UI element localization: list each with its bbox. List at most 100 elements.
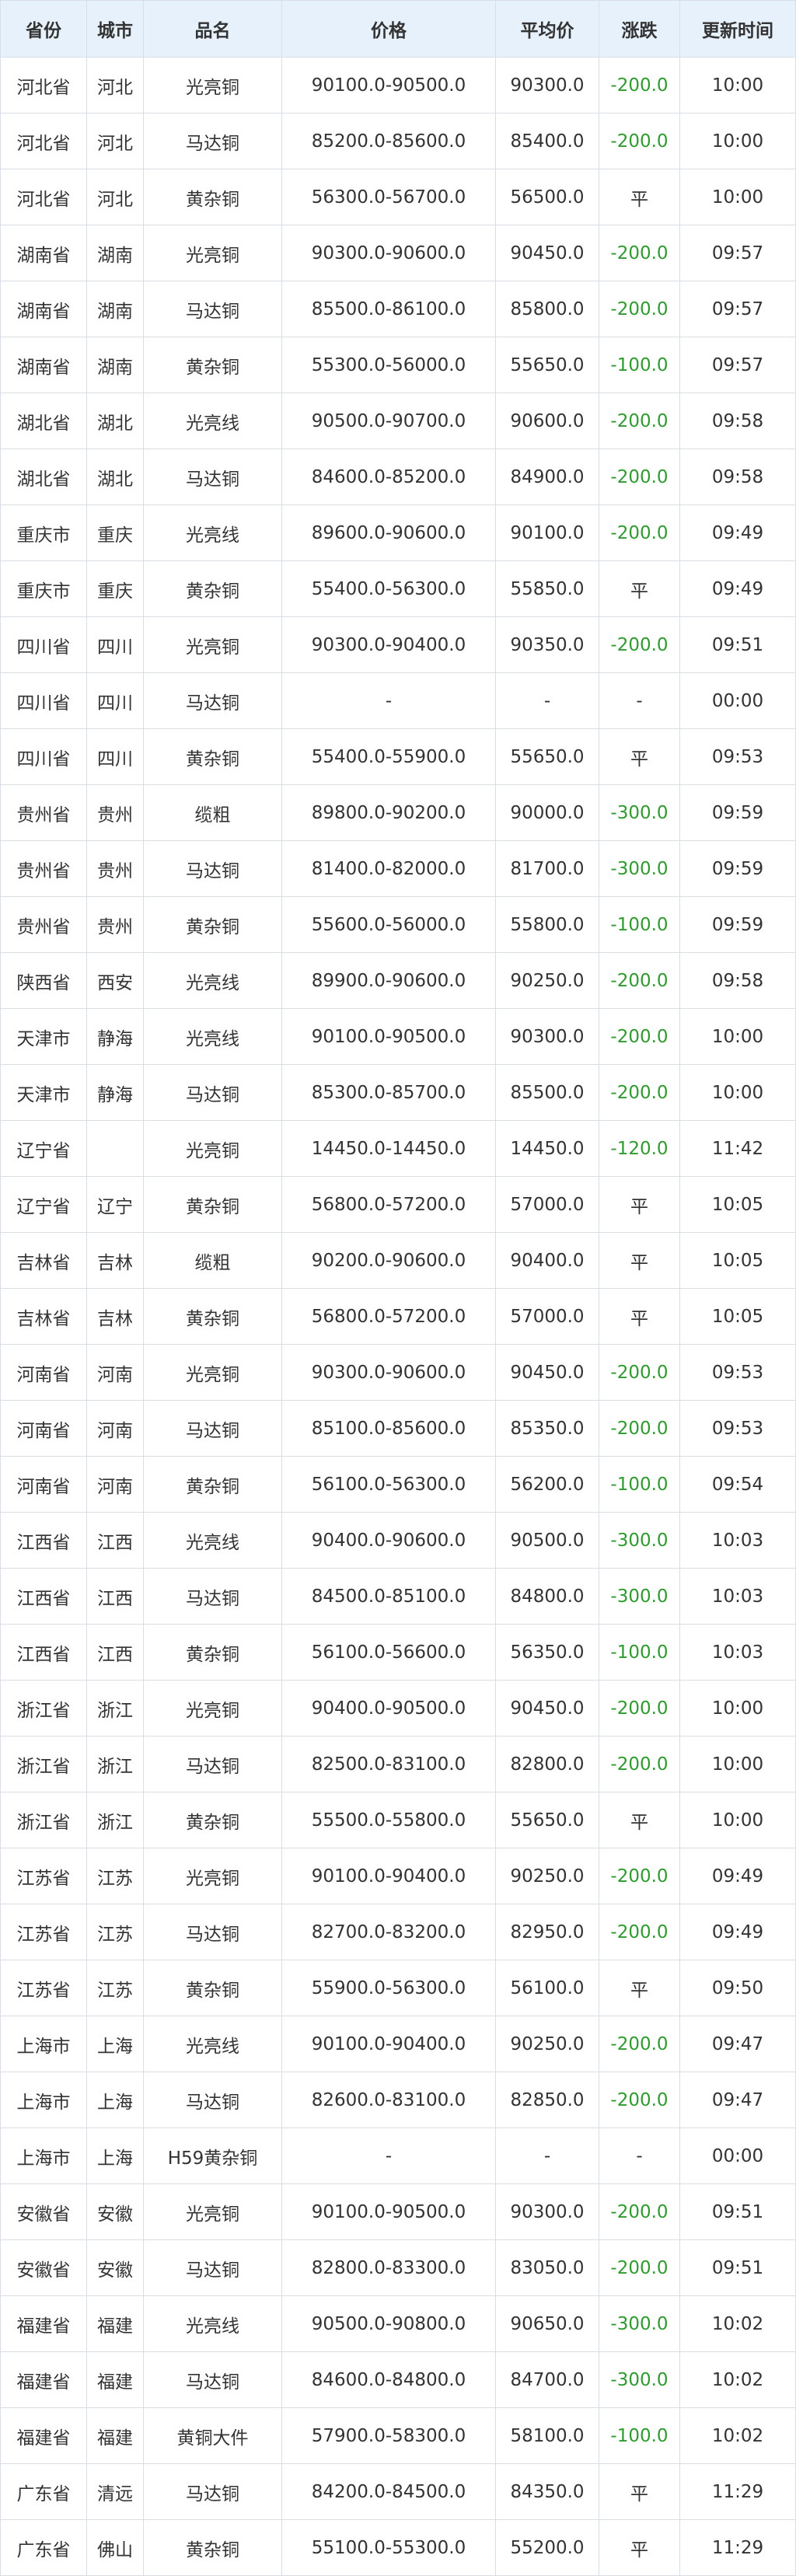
product-cell: 马达铜 xyxy=(143,2351,282,2408)
province-cell: 浙江省 xyxy=(0,1792,87,1848)
province-cell: 湖南省 xyxy=(0,337,87,393)
average-price-cell: 90300.0 xyxy=(495,2183,599,2240)
table-row: 江苏省 江苏 马达铜 82700.0-83200.0 82950.0 -200.0 09:4… xyxy=(0,1904,796,1960)
change-cell: 平 xyxy=(599,2519,680,2576)
average-price-cell: 55800.0 xyxy=(495,896,599,953)
province-cell: 河南省 xyxy=(0,1400,87,1457)
price-range-cell: 85100.0-85600.0 xyxy=(281,1400,496,1457)
province-cell: 天津市 xyxy=(0,1008,87,1065)
change-cell: -200.0 xyxy=(599,504,680,561)
average-price-cell: 56100.0 xyxy=(495,1960,599,2016)
province-cell: 江苏省 xyxy=(0,1848,87,1904)
price-range-cell: 55400.0-55900.0 xyxy=(281,728,496,785)
update-time-cell: 09:49 xyxy=(679,560,796,617)
product-cell: 马达铜 xyxy=(143,2239,282,2296)
city-cell xyxy=(86,1120,144,1177)
table-row: 重庆市 重庆 黄杂铜 55400.0-56300.0 55850.0 平 09:49 xyxy=(0,560,796,617)
province-cell: 天津市 xyxy=(0,1064,87,1121)
price-range-cell: 90100.0-90400.0 xyxy=(281,2016,496,2072)
table-row: 上海市 上海 马达铜 82600.0-83100.0 82850.0 -200.0 09:4… xyxy=(0,2072,796,2128)
product-cell: 马达铜 xyxy=(143,2072,282,2128)
update-time-cell: 09:49 xyxy=(679,1904,796,1960)
update-time-cell: 09:59 xyxy=(679,896,796,953)
price-range-cell: 90100.0-90400.0 xyxy=(281,1848,496,1904)
province-cell: 上海市 xyxy=(0,2016,87,2072)
change-cell: -300.0 xyxy=(599,2295,680,2352)
update-time-cell: 10:00 xyxy=(679,57,796,113)
change-cell: - xyxy=(599,2127,680,2184)
province-cell: 福建省 xyxy=(0,2351,87,2408)
city-cell: 佛山 xyxy=(86,2519,144,2576)
price-range-cell: 14450.0-14450.0 xyxy=(281,1120,496,1177)
province-cell: 广东省 xyxy=(0,2519,87,2576)
change-cell: -200.0 xyxy=(599,57,680,113)
update-time-cell: 10:00 xyxy=(679,169,796,225)
update-time-cell: 10:03 xyxy=(679,1568,796,1625)
table-row: 四川省 四川 黄杂铜 55400.0-55900.0 55650.0 平 09:53 xyxy=(0,728,796,785)
price-range-cell: 90200.0-90600.0 xyxy=(281,1232,496,1289)
average-price-cell: 90450.0 xyxy=(495,1344,599,1401)
province-cell: 福建省 xyxy=(0,2295,87,2352)
province-cell: 湖南省 xyxy=(0,225,87,281)
province-cell: 河南省 xyxy=(0,1344,87,1401)
update-time-cell: 10:05 xyxy=(679,1176,796,1233)
province-cell: 浙江省 xyxy=(0,1680,87,1737)
product-cell: 黄杂铜 xyxy=(143,1456,282,1513)
price-range-cell: 56800.0-57200.0 xyxy=(281,1288,496,1345)
average-price-cell: 90400.0 xyxy=(495,1232,599,1289)
product-cell: 光亮铜 xyxy=(143,1680,282,1737)
city-cell: 西安 xyxy=(86,952,144,1009)
price-range-cell: 55600.0-56000.0 xyxy=(281,896,496,953)
city-cell: 河南 xyxy=(86,1400,144,1457)
table-row: 福建省 福建 光亮线 90500.0-90800.0 90650.0 -300.0 10:0… xyxy=(0,2295,796,2352)
product-cell: 光亮铜 xyxy=(143,1848,282,1904)
price-range-cell: 82700.0-83200.0 xyxy=(281,1904,496,1960)
update-time-cell: 09:54 xyxy=(679,1456,796,1513)
province-cell: 四川省 xyxy=(0,728,87,785)
average-price-cell: 90250.0 xyxy=(495,952,599,1009)
city-cell: 清远 xyxy=(86,2463,144,2520)
average-price-cell: 55650.0 xyxy=(495,1792,599,1848)
product-cell: 缆粗 xyxy=(143,1232,282,1289)
change-cell: -200.0 xyxy=(599,1904,680,1960)
city-cell: 贵州 xyxy=(86,840,144,897)
province-cell: 贵州省 xyxy=(0,896,87,953)
table-row: 江西省 江西 黄杂铜 56100.0-56600.0 56350.0 -100.0 10:0… xyxy=(0,1624,796,1681)
product-cell: 黄杂铜 xyxy=(143,1960,282,2016)
product-cell: 缆粗 xyxy=(143,784,282,841)
product-cell: 光亮铜 xyxy=(143,2183,282,2240)
city-cell: 湖南 xyxy=(86,337,144,393)
province-cell: 四川省 xyxy=(0,672,87,729)
product-cell: 光亮线 xyxy=(143,1008,282,1065)
city-cell: 贵州 xyxy=(86,784,144,841)
product-cell: 黄杂铜 xyxy=(143,1792,282,1848)
province-cell: 吉林省 xyxy=(0,1288,87,1345)
product-cell: 黄杂铜 xyxy=(143,1288,282,1345)
product-cell: 黄杂铜 xyxy=(143,1624,282,1681)
price-range-cell: 56300.0-56700.0 xyxy=(281,169,496,225)
header-average: 平均价 xyxy=(495,0,599,58)
province-cell: 吉林省 xyxy=(0,1232,87,1289)
city-cell: 安徽 xyxy=(86,2239,144,2296)
price-range-cell: 82600.0-83100.0 xyxy=(281,2072,496,2128)
update-time-cell: 09:57 xyxy=(679,337,796,393)
city-cell: 河北 xyxy=(86,57,144,113)
province-cell: 江西省 xyxy=(0,1568,87,1625)
product-cell: 光亮线 xyxy=(143,2016,282,2072)
product-cell: 马达铜 xyxy=(143,840,282,897)
average-price-cell: 56200.0 xyxy=(495,1456,599,1513)
price-range-cell: 90100.0-90500.0 xyxy=(281,57,496,113)
change-cell: -200.0 xyxy=(599,2239,680,2296)
city-cell: 浙江 xyxy=(86,1736,144,1792)
city-cell: 江苏 xyxy=(86,1848,144,1904)
change-cell: - xyxy=(599,672,680,729)
change-cell: -200.0 xyxy=(599,281,680,337)
product-cell: 黄杂铜 xyxy=(143,896,282,953)
table-row: 湖南省 湖南 光亮铜 90300.0-90600.0 90450.0 -200.0 09:5… xyxy=(0,225,796,281)
price-range-cell: 56800.0-57200.0 xyxy=(281,1176,496,1233)
change-cell: -200.0 xyxy=(599,1064,680,1121)
table-row: 辽宁省 辽宁 黄杂铜 56800.0-57200.0 57000.0 平 10:05 xyxy=(0,1176,796,1233)
update-time-cell: 09:53 xyxy=(679,1400,796,1457)
change-cell: 平 xyxy=(599,1232,680,1289)
average-price-cell: 90600.0 xyxy=(495,393,599,449)
